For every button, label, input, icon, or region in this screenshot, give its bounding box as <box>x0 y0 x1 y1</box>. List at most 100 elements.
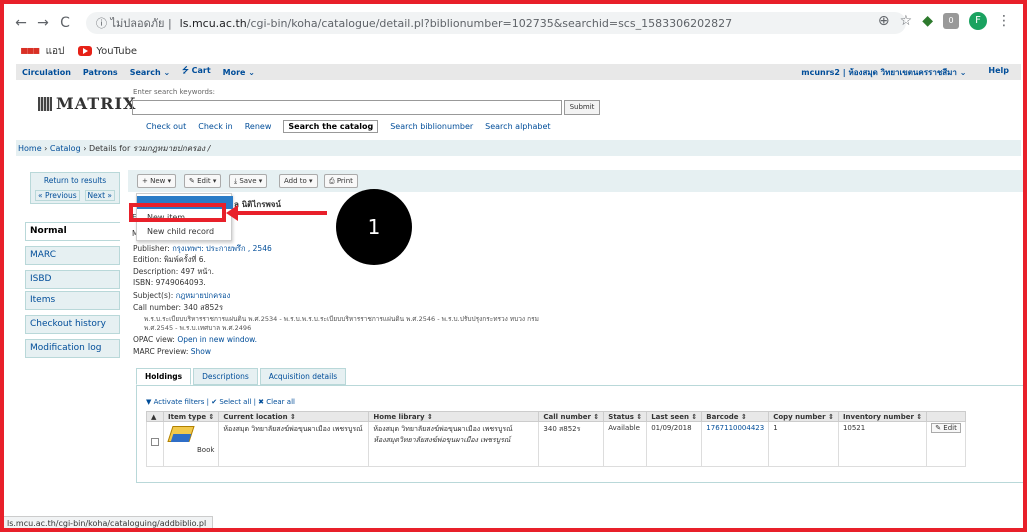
logo[interactable]: MATRIX <box>38 94 136 113</box>
subjects-line: Subject(s): กฎหมายปกครอง <box>133 290 230 302</box>
bookmark-label: YouTube <box>96 45 138 57</box>
security-label: ไม่ปลอดภัย <box>110 17 165 30</box>
edition-line: Edition: พิมพ์ครั้งที่ 6. <box>133 255 206 264</box>
sidebar-tab-checkout-history[interactable]: Checkout history <box>25 315 120 334</box>
tool-search-catalog[interactable]: Search the catalog <box>283 120 379 133</box>
actions-cell: ✎ Edit <box>926 421 966 467</box>
record-toolbar: + New ▾ ✎ Edit ▾ ⤓ Save ▾ Add to ▾ ⎙ Pri… <box>128 170 1027 192</box>
reload-icon[interactable]: C <box>54 15 76 31</box>
search-hint: Enter search keywords: <box>133 88 215 96</box>
tab-descriptions[interactable]: Descriptions <box>193 368 258 385</box>
publisher-value[interactable]: กรุงเทพฯ: ประกายพรึก , 2546 <box>172 244 272 253</box>
table-header-row: ▲ Item type ⇕ Current location ⇕ Home li… <box>146 411 966 422</box>
menu-icon[interactable]: ⋮ <box>997 13 1011 29</box>
home-library-cell: ห้องสมุด วิทยาลัยสงฆ์พ่อขุนผาเมือง เพชรบ… <box>368 421 540 467</box>
logged-in-user[interactable]: mcunrs2 | ห้องสมุด วิทยาเขตนครราชสีมา ⌄ <box>801 66 966 79</box>
sidebar-tab-marc[interactable]: MARC <box>25 246 120 265</box>
call-number-line: Call number: 340 ส852ร <box>133 303 224 312</box>
breadcrumb-details: Details for <box>88 143 131 153</box>
marc-preview-link[interactable]: Show <box>191 347 211 356</box>
holdings-filters[interactable]: ▼ Activate filters | ✔ Select all | ✖ Cl… <box>146 398 295 406</box>
back-icon[interactable]: ← <box>10 15 32 31</box>
home-library-sub: ห้องสมุดวิทยาลัยสงฆ์พ่อขุนผาเมือง เพชรบู… <box>373 436 511 444</box>
col-select[interactable]: ▲ <box>146 411 164 422</box>
sidebar-tab-modification-log[interactable]: Modification log <box>25 339 120 358</box>
results-browser: Return to results « Previous Next » <box>30 172 120 204</box>
zoom-icon[interactable]: ⊕ <box>878 13 890 29</box>
submit-button[interactable]: Submit <box>564 100 600 115</box>
return-to-results-link[interactable]: Return to results <box>31 176 119 185</box>
forward-icon[interactable]: → <box>32 15 54 31</box>
address-bar[interactable]: ⓘ ไม่ปลอดภัย | ls.mcu.ac.th/cgi-bin/koha… <box>86 12 906 34</box>
col-status[interactable]: Status ⇕ <box>603 411 648 422</box>
breadcrumb: Home › Catalog › Details for รวมกฎหมายปก… <box>16 140 1021 156</box>
sidebar-tab-items[interactable]: Items <box>25 291 120 310</box>
step-number-badge: 1 <box>336 189 412 265</box>
tool-check-out[interactable]: Check out <box>146 122 186 131</box>
col-last-seen[interactable]: Last seen ⇕ <box>646 411 703 422</box>
highlight-box <box>129 203 226 222</box>
inventory-number-value: 10521 <box>837 421 928 467</box>
nav-patrons[interactable]: Patrons <box>83 68 118 77</box>
col-home-library[interactable]: Home library ⇕ <box>368 411 540 422</box>
copy-number-value: 1 <box>768 421 839 467</box>
profile-avatar[interactable]: F <box>969 12 987 30</box>
nav-search[interactable]: Search ⌄ <box>130 68 170 77</box>
item-type-value: Book <box>196 446 215 454</box>
description-line: Description: 497 หน้า. <box>133 267 214 276</box>
add-to-button[interactable]: Add to ▾ <box>279 174 318 188</box>
nav-circulation[interactable]: Circulation <box>22 68 71 77</box>
bookmark-youtube[interactable]: YouTube <box>78 45 138 57</box>
tool-search-alphabet[interactable]: Search alphabet <box>485 122 550 131</box>
youtube-icon <box>78 45 93 56</box>
isbn-line: ISBN: 9749064093. <box>133 278 206 287</box>
security-indicator[interactable]: ⓘ ไม่ปลอดภัย | <box>96 14 172 32</box>
col-call-number[interactable]: Call number ⇕ <box>538 411 605 422</box>
extension-icon[interactable]: ◆ <box>922 13 933 29</box>
barcode-link[interactable]: 1767110004423 <box>701 421 770 467</box>
col-current-location[interactable]: Current location ⇕ <box>218 411 370 422</box>
current-location-value: ห้องสมุด วิทยาลัยสงฆ์พ่อขุนผาเมือง เพชรบ… <box>218 421 370 467</box>
home-library-value: ห้องสมุด วิทยาลัยสงฆ์พ่อขุนผาเมือง เพชรบ… <box>373 425 513 433</box>
col-barcode[interactable]: Barcode ⇕ <box>701 411 770 422</box>
apps-grid-icon: ▪▪▪ <box>20 43 40 57</box>
help-link[interactable]: Help <box>988 66 1009 79</box>
nav-more[interactable]: More ⌄ <box>223 68 255 77</box>
breadcrumb-home[interactable]: Home <box>18 144 42 153</box>
holdings-tabs: Holdings Descriptions Acquisition detail… <box>136 368 347 385</box>
print-button[interactable]: ⎙ Print <box>324 174 358 188</box>
tab-acquisition-details[interactable]: Acquisition details <box>259 368 347 385</box>
new-button[interactable]: + New ▾ <box>137 174 177 188</box>
tool-renew[interactable]: Renew <box>245 122 272 131</box>
save-button[interactable]: ⤓ Save ▾ <box>229 174 268 188</box>
item-type-cell: Book <box>162 421 220 467</box>
subject-link[interactable]: กฎหมายปกครอง <box>176 291 231 300</box>
opac-line: OPAC view: Open in new window. <box>133 335 257 344</box>
tool-check-in[interactable]: Check in <box>198 122 232 131</box>
tab-holdings[interactable]: Holdings <box>136 368 192 385</box>
bookmark-apps[interactable]: ▪▪▪ แอป <box>20 43 64 59</box>
breadcrumb-title: รวมกฎหมายปกครอง / <box>132 143 211 153</box>
menu-item-new-child-record[interactable]: New child record <box>137 225 233 238</box>
bookmarks-bar: ▪▪▪ แอป YouTube <box>20 43 137 59</box>
bookmark-star-icon[interactable]: ☆ <box>900 13 913 29</box>
col-item-type[interactable]: Item type ⇕ <box>162 411 220 422</box>
sidebar-tab-normal[interactable]: Normal <box>25 222 120 241</box>
extension-badge-icon[interactable]: 0 <box>943 13 959 29</box>
table-row: Book ห้องสมุด วิทยาลัยสงฆ์พ่อขุนผาเมือง … <box>146 421 966 467</box>
breadcrumb-catalog[interactable]: Catalog <box>50 144 81 153</box>
next-link[interactable]: Next » <box>84 190 115 201</box>
previous-link[interactable]: « Previous <box>35 190 80 201</box>
col-copy-number[interactable]: Copy number ⇕ <box>768 411 839 422</box>
marc-preview-label: MARC Preview: <box>133 347 189 356</box>
logo-icon <box>38 97 52 111</box>
sidebar-tab-isbd[interactable]: ISBD <box>25 270 120 289</box>
catalog-search-input[interactable] <box>132 100 562 115</box>
tool-search-biblionumber[interactable]: Search biblionumber <box>390 122 473 131</box>
col-inventory-number[interactable]: Inventory number ⇕ <box>837 411 928 422</box>
row-checkbox[interactable] <box>151 438 159 446</box>
nav-cart[interactable]: ⭍ Cart <box>182 65 211 79</box>
edit-item-button[interactable]: ✎ Edit <box>931 423 961 433</box>
opac-link[interactable]: Open in new window. <box>177 335 257 344</box>
edit-button[interactable]: ✎ Edit ▾ <box>184 174 222 188</box>
